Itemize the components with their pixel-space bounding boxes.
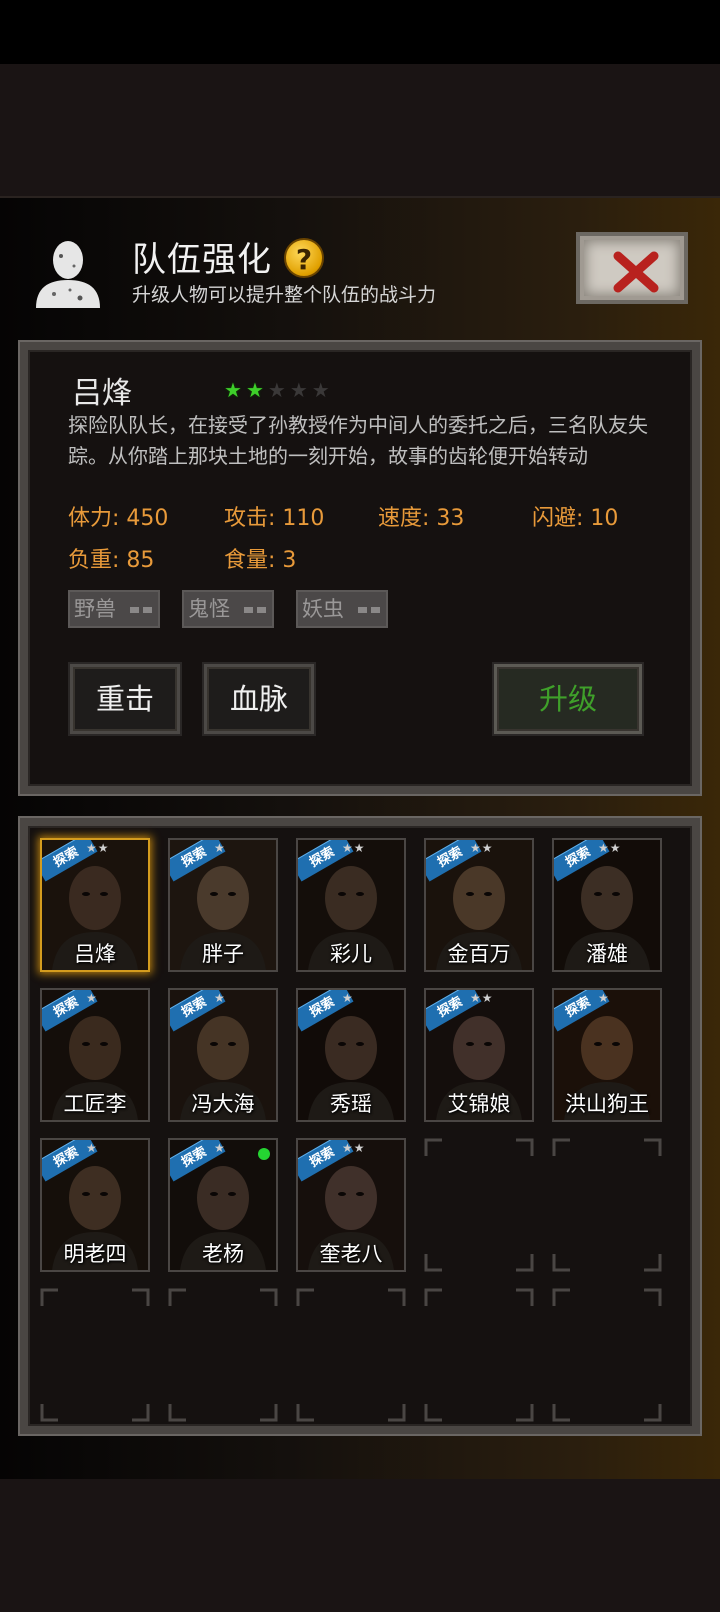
character-card[interactable]: 探索 ★ 明老四 bbox=[40, 1138, 150, 1272]
character-card-name: 老杨 bbox=[202, 1242, 244, 1266]
character-stars: ★ ★ ★ ★ ★ bbox=[224, 380, 330, 400]
star-icon: ★ bbox=[311, 378, 330, 402]
character-card[interactable]: 探索 ★★ 潘雄 bbox=[552, 838, 662, 972]
empty-slot bbox=[168, 1288, 278, 1422]
status-bar bbox=[0, 0, 720, 64]
character-card[interactable]: 探索 ★★ 奎老八 bbox=[296, 1138, 406, 1272]
character-card[interactable]: 探索 ★ 洪山狗王 bbox=[552, 988, 662, 1122]
character-card[interactable]: 探索 ★ 秀瑶 bbox=[296, 988, 406, 1122]
character-card[interactable]: 探索 ★ 老杨 bbox=[168, 1138, 278, 1272]
character-card-name: 胖子 bbox=[202, 942, 244, 966]
card-star-rating: ★ bbox=[86, 1141, 98, 1155]
card-star-rating: ★★ bbox=[342, 1141, 366, 1155]
team-upgrade-dialog: 队伍强化 ? 升级人物可以提升整个队伍的战斗力 吕烽 ★ ★ ★ ★ ★ 探险队… bbox=[0, 196, 720, 1479]
empty-slot-frame bbox=[424, 1288, 534, 1422]
empty-slot-frame bbox=[40, 1288, 150, 1422]
character-card-name: 奎老八 bbox=[319, 1242, 383, 1266]
character-card[interactable]: 探索 ★ 工匠李 bbox=[40, 988, 150, 1122]
empty-slot-frame bbox=[552, 1288, 662, 1422]
help-icon[interactable]: ? bbox=[284, 238, 324, 278]
card-star-rating: ★ bbox=[214, 841, 226, 855]
character-description: 探险队队长，在接受了孙教授作为中间人的委托之后，三名队友失踪。从你踏上那块土地的… bbox=[68, 413, 648, 468]
card-star-rating: ★ bbox=[86, 991, 98, 1005]
character-card-name: 洪山狗王 bbox=[565, 1092, 649, 1116]
card-star-rating: ★★ bbox=[470, 991, 494, 1005]
tag-beast: 野兽 bbox=[68, 590, 160, 628]
stat-speed: 速度: 33 bbox=[378, 506, 465, 531]
card-star-rating: ★★ bbox=[86, 841, 110, 855]
character-card-name: 艾锦娘 bbox=[447, 1092, 511, 1116]
star-icon: ★ bbox=[289, 378, 308, 402]
card-star-rating: ★★ bbox=[342, 841, 366, 855]
empty-slot-frame bbox=[424, 1138, 534, 1272]
star-icon: ★ bbox=[245, 378, 264, 402]
empty-slot bbox=[424, 1138, 534, 1272]
empty-slot bbox=[296, 1288, 406, 1422]
card-star-rating: ★ bbox=[342, 991, 354, 1005]
stat-stamina: 体力: 450 bbox=[68, 506, 169, 531]
status-dot bbox=[258, 1148, 270, 1160]
star-icon: ★ bbox=[267, 378, 286, 402]
empty-slot-frame bbox=[552, 1138, 662, 1272]
empty-slot bbox=[40, 1288, 150, 1422]
character-card-name: 工匠李 bbox=[63, 1092, 127, 1116]
card-star-rating: ★ bbox=[598, 991, 610, 1005]
character-name: 吕烽 bbox=[72, 376, 132, 411]
close-button[interactable] bbox=[576, 232, 688, 304]
empty-slot-frame bbox=[296, 1288, 406, 1422]
stat-load: 负重: 85 bbox=[68, 548, 155, 573]
character-card[interactable]: 探索 ★★ 彩儿 bbox=[296, 838, 406, 972]
stat-attack: 攻击: 110 bbox=[224, 506, 325, 531]
roster-panel: 探索 ★★ 吕烽 探索 ★ 胖子 探索 ★★ 彩儿 探索 ★★ 金百万 探索 ★★ 潘雄 探索 ★ 工匠李 探索 ★ 冯… bbox=[20, 818, 700, 1434]
card-star-rating: ★ bbox=[214, 991, 226, 1005]
card-star-rating: ★★ bbox=[598, 841, 622, 855]
skill-heavy-strike-button[interactable]: 重击 bbox=[70, 664, 180, 734]
character-card[interactable]: 探索 ★★ 金百万 bbox=[424, 838, 534, 972]
avatar-silhouette-icon bbox=[36, 241, 100, 308]
empty-slot bbox=[552, 1138, 662, 1272]
character-card[interactable]: 探索 ★★ 吕烽 bbox=[40, 838, 150, 972]
tag-insect: 妖虫 bbox=[296, 590, 388, 628]
star-icon: ★ bbox=[224, 378, 242, 402]
empty-slot bbox=[424, 1288, 534, 1422]
stat-food: 食量: 3 bbox=[224, 548, 297, 573]
character-card[interactable]: 探索 ★★ 艾锦娘 bbox=[424, 988, 534, 1122]
card-star-rating: ★ bbox=[214, 1141, 226, 1155]
character-card-name: 冯大海 bbox=[191, 1092, 255, 1116]
character-card-name: 吕烽 bbox=[74, 942, 116, 966]
dialog-title: 队伍强化 bbox=[132, 240, 272, 280]
close-icon bbox=[613, 251, 659, 293]
stat-dodge: 闪避: 10 bbox=[532, 506, 619, 531]
character-card-name: 彩儿 bbox=[330, 942, 372, 966]
character-info-panel: 吕烽 ★ ★ ★ ★ ★ 探险队队长，在接受了孙教授作为中间人的委托之后，三名队… bbox=[20, 342, 700, 794]
character-card-name: 金百万 bbox=[447, 942, 511, 966]
empty-slot bbox=[552, 1288, 662, 1422]
upgrade-button[interactable]: 升级 bbox=[494, 664, 642, 734]
character-card-name: 秀瑶 bbox=[330, 1092, 372, 1116]
empty-slot-frame bbox=[168, 1288, 278, 1422]
tag-ghost: 鬼怪 bbox=[182, 590, 274, 628]
character-card-name: 明老四 bbox=[63, 1242, 127, 1266]
character-card-name: 潘雄 bbox=[586, 942, 628, 966]
character-card[interactable]: 探索 ★ 冯大海 bbox=[168, 988, 278, 1122]
character-card[interactable]: 探索 ★ 胖子 bbox=[168, 838, 278, 972]
card-star-rating: ★★ bbox=[470, 841, 494, 855]
skill-bloodline-button[interactable]: 血脉 bbox=[204, 664, 314, 734]
dialog-subtitle: 升级人物可以提升整个队伍的战斗力 bbox=[132, 284, 437, 306]
